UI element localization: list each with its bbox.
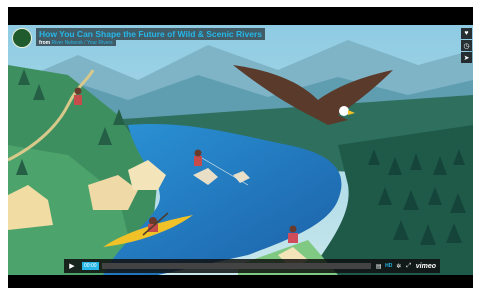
video-byline: from River Network / Your Rivers: [36, 40, 116, 46]
play-icon[interactable]: ▶: [64, 259, 80, 273]
watch-later-icon[interactable]: ◷: [461, 40, 472, 51]
share-icon[interactable]: ➤: [461, 52, 472, 63]
hd-button[interactable]: HD: [384, 263, 394, 269]
video-player[interactable]: How You Can Shape the Future of Wild & S…: [8, 7, 473, 288]
player-controls: ▶ 00:00 ▤ HD ✲ ⤢ vimeo: [64, 259, 440, 273]
like-icon[interactable]: ♥: [461, 28, 472, 39]
timecode: 00:00: [82, 262, 99, 270]
byline-author-link[interactable]: River Network / Your Rivers: [52, 40, 113, 46]
side-actions: ♥ ◷ ➤: [461, 28, 472, 64]
settings-icon[interactable]: ✲: [394, 263, 404, 270]
video-title-bar: How You Can Shape the Future of Wild & S…: [8, 25, 473, 49]
video-frame[interactable]: [8, 25, 473, 275]
video-illustration: [8, 25, 473, 275]
byline-from: from: [39, 40, 51, 46]
volume-icon[interactable]: ▤: [374, 263, 384, 270]
channel-logo[interactable]: [12, 28, 32, 48]
progress-bar[interactable]: [101, 263, 371, 269]
video-title-link[interactable]: How You Can Shape the Future of Wild & S…: [36, 28, 266, 40]
vimeo-logo[interactable]: vimeo: [416, 263, 436, 270]
fullscreen-icon[interactable]: ⤢: [404, 263, 414, 270]
